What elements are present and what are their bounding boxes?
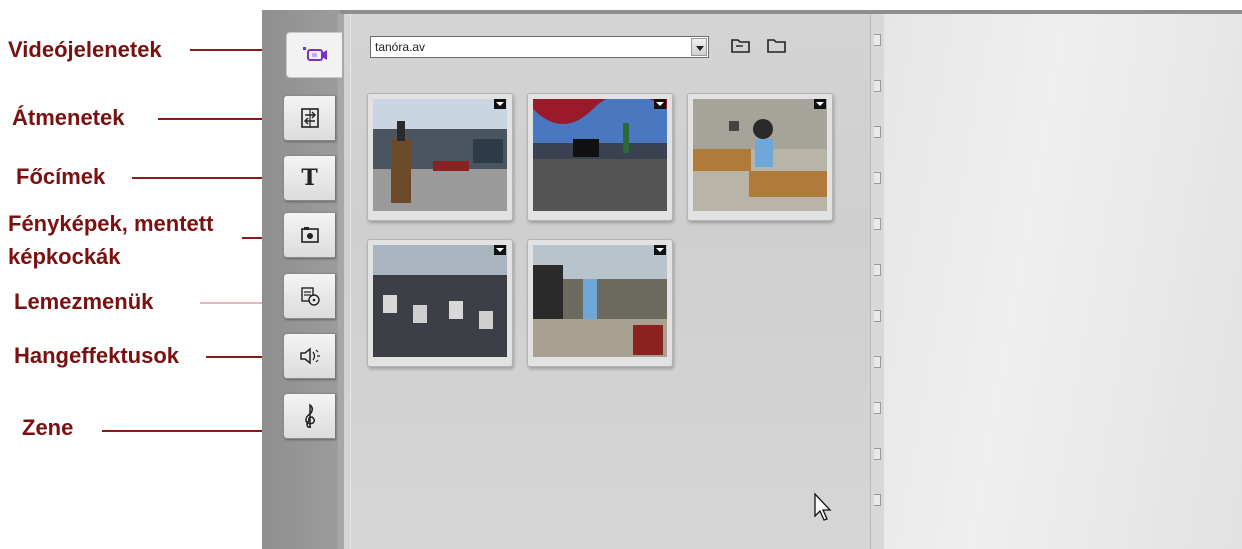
tab-transitions[interactable] [283,95,335,141]
tab-sound-effects[interactable] [283,333,335,379]
expand-chevron-icon[interactable] [494,245,506,255]
tab-video-scenes[interactable] [286,32,342,78]
tab-music[interactable] [283,393,335,439]
expand-chevron-icon[interactable] [654,99,666,109]
video-camera-icon [301,44,329,66]
video-scene-thumbnail-2[interactable] [527,93,673,221]
file-select-dropdown[interactable]: tanóra.av [370,36,709,58]
camera-photo-icon [299,225,321,245]
disc-menu-icon [299,285,321,307]
label-hangeffektusok: Hangeffektusok [14,343,180,368]
folder-open-icon[interactable] [730,35,752,55]
album-right-page [884,14,1242,549]
video-scene-thumbnail-3[interactable] [687,93,833,221]
tab-photos[interactable] [283,212,335,258]
transition-icon [299,106,321,130]
video-scene-thumbnail-1[interactable] [367,93,513,221]
video-scene-thumbnail-4[interactable] [367,239,513,367]
expand-chevron-icon[interactable] [814,99,826,109]
leader-line-zene [102,430,282,432]
label-videojelenetek: Videójelenetek [8,37,162,62]
treble-clef-icon [300,402,320,430]
label-focimek: Főcímek [16,164,106,189]
tab-titles[interactable]: T [283,155,335,201]
expand-chevron-icon[interactable] [494,99,506,109]
mouse-cursor-icon [813,492,833,527]
expand-chevron-icon[interactable] [654,245,666,255]
chevron-down-icon[interactable] [691,38,707,56]
title-t-icon: T [301,165,318,191]
label-fenykepek-line1: Fényképek, mentett [8,211,214,236]
label-lemezmenuk: Lemezmenük [14,289,154,314]
speaker-icon [298,346,322,366]
tab-disc-menus[interactable] [283,273,335,319]
label-atmenetek: Átmenetek [12,105,125,130]
folder-icon[interactable] [766,35,788,55]
video-scene-thumbnail-5[interactable] [527,239,673,367]
label-zene: Zene [22,415,74,440]
leader-line-focimek [132,177,282,179]
file-select-value: tanóra.av [375,40,426,54]
label-fenykepek-line2: képkockák [8,244,121,269]
